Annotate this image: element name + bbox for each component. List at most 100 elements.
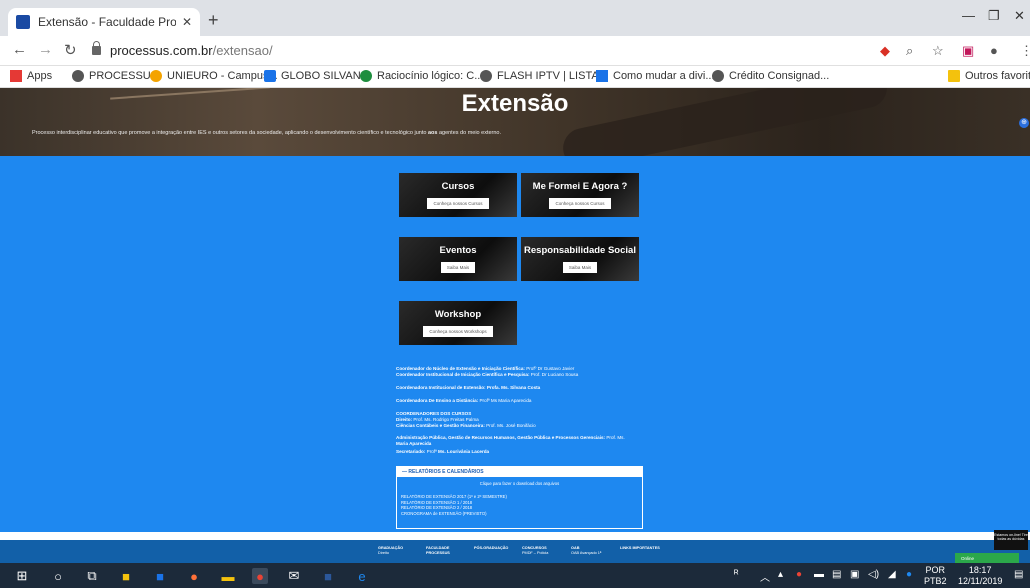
footer-column[interactable]: PÓS-GRADUAÇÃO (474, 546, 510, 551)
windows-start-icon[interactable]: ⊞ (14, 568, 30, 584)
card-button[interactable]: Conheça nossos Cursos (549, 198, 611, 209)
outlook-icon[interactable]: ■ (152, 568, 168, 584)
coordination-line: Coordenador Institucional de Iniciação C… (396, 372, 579, 377)
back-icon[interactable]: ← (12, 41, 27, 58)
chevron-up-icon[interactable]: ︿ (760, 569, 770, 584)
chrome-tray-icon[interactable]: ● (796, 569, 802, 580)
card-me-formei: Me Formei E Agora ? Conheça nossos Curso… (521, 173, 639, 217)
globe-icon (480, 70, 492, 82)
card-title: Me Formei E Agora ? (532, 181, 628, 192)
card-button[interactable]: Saiba Mais (440, 262, 476, 273)
menu-icon[interactable]: ⋮ (1020, 43, 1030, 59)
tray-icon[interactable]: ▣ (850, 569, 859, 580)
bookmark-como-mudar[interactable]: Como mudar a divi... (596, 70, 714, 82)
restore-icon[interactable]: ❐ (988, 8, 1000, 24)
accessibility-icon[interactable]: ⊕ (1019, 118, 1029, 128)
globe-icon (712, 70, 724, 82)
card-button[interactable]: Conheça nossos Workshops (423, 326, 493, 337)
coordination-line: Coordenadora De Ensino a Distância: Prof… (396, 398, 532, 403)
lock-icon (92, 41, 101, 55)
report-list: RELATÓRIO DE EXTENSÃO 2017 (1º e 2º SEME… (397, 486, 642, 516)
card-responsabilidade-social: Responsabilidade Social Saiba Mais (521, 237, 639, 281)
online-chat-badge[interactable]: Online (955, 553, 1019, 563)
card-eventos: Eventos Saiba Mais (399, 237, 517, 281)
word-icon[interactable]: ■ (320, 568, 336, 584)
bx-icon (596, 70, 608, 82)
bluetooth-icon[interactable]: ● (906, 569, 912, 580)
bookmark-star-icon[interactable]: ☆ (932, 43, 944, 59)
url-path: /extensao/ (212, 43, 273, 58)
minimize-icon[interactable]: — (962, 8, 975, 23)
course-coordinator: Secretariado: Profª Ms. Lourivânia Lacer… (396, 449, 490, 454)
forward-icon[interactable]: → (38, 41, 53, 58)
account-icon[interactable]: ● (990, 43, 998, 58)
file-explorer-icon[interactable]: ▬ (220, 568, 236, 584)
people-icon[interactable]: ᴿ (734, 569, 739, 580)
globo-icon (264, 70, 276, 82)
leaf-icon (360, 70, 372, 82)
bookmarks-bar: Apps PROCESSUS UNIEURO - Campus... GLOBO… (0, 66, 1030, 88)
card-button[interactable]: Conheça nossos Cursos (427, 198, 489, 209)
bookmark-globo-silvana[interactable]: GLOBO SILVANA (264, 70, 368, 82)
system-clock[interactable]: 18:17 12/11/2019 (958, 565, 1002, 587)
notifications-icon[interactable]: ▤ (1014, 569, 1023, 580)
search-icon[interactable]: ○ (50, 568, 66, 584)
tab-title: Extensão - Faculdade Processus | (38, 15, 176, 29)
mail-icon[interactable]: ✉ (286, 568, 302, 584)
reports-accordion: — RELATÓRIOS E CALENDÁRIOS Clique para f… (396, 466, 643, 529)
bookmark-flash-iptv[interactable]: FLASH IPTV | LISTA... (480, 70, 608, 82)
card-title: Eventos (439, 245, 477, 256)
bookmark-outros-favoritos[interactable]: Outros favoritos (948, 70, 1030, 82)
language-indicator[interactable]: POR PTB2 (924, 565, 947, 587)
footer-column[interactable]: GRADUAÇÃO Direito (378, 546, 414, 555)
footer-column[interactable]: LINKS IMPORTANTES (620, 546, 660, 551)
report-link[interactable]: CRONOGRAMA de EXTENSÃO (PREVISTO) (401, 511, 642, 517)
hero-banner: Extensão Processo interdisciplinar educa… (0, 88, 1030, 156)
network-icon[interactable]: ▴ (778, 569, 783, 580)
footer-column[interactable]: FACULDADE PROCESSUS (426, 546, 462, 555)
bookmark-processus[interactable]: PROCESSUS (72, 70, 158, 82)
course-coordinator: Ciências Contábeis e Gestão Financeira: … (396, 423, 536, 428)
blocked-icon[interactable]: ◆ (880, 43, 890, 59)
address-bar[interactable]: processus.com.br/extensao/ (110, 43, 273, 58)
card-workshop: Workshop Conheça nossos Workshops (399, 301, 517, 345)
cards-section: Cursos Conheça nossos Cursos Me Formei E… (0, 156, 1030, 350)
firefox-icon[interactable]: ● (186, 568, 202, 584)
wifi-icon[interactable]: ◢ (888, 569, 896, 580)
tray-icon[interactable]: ▬ (814, 569, 824, 580)
url-host: processus.com.br (110, 43, 213, 58)
volume-icon[interactable]: ◁) (868, 569, 879, 580)
card-button[interactable]: Saiba Mais (562, 262, 598, 273)
accordion-header[interactable]: — RELATÓRIOS E CALENDÁRIOS (397, 467, 642, 477)
hero-description: Processo interdisciplinar educativo que … (32, 130, 502, 136)
footer-column[interactable]: OAB OAB Avançado 1ª (571, 546, 611, 555)
course-coordinator: Administração Pública, Gestão de Recurso… (396, 435, 625, 446)
edge-icon[interactable]: e (354, 568, 370, 584)
store-icon[interactable]: ■ (118, 568, 134, 584)
zoom-icon[interactable]: ⌕ (906, 43, 913, 59)
card-cursos: Cursos Conheça nossos Cursos (399, 173, 517, 217)
footer-column[interactable]: CONCURSOS PMDF – Polícia (522, 546, 562, 555)
bookmark-credito[interactable]: Crédito Consignad... (712, 70, 829, 82)
tray-icon[interactable]: ▤ (832, 569, 841, 580)
extension-icon[interactable]: ▣ (962, 43, 974, 59)
divider (0, 532, 1030, 540)
close-window-icon[interactable]: ✕ (1014, 8, 1025, 24)
tab-strip: Extensão - Faculdade Processus | ✕ + — ❐… (0, 0, 1030, 36)
card-title: Responsabilidade Social (524, 245, 636, 256)
chrome-icon[interactable]: ● (252, 568, 268, 584)
task-view-icon[interactable]: ⧉ (84, 568, 100, 584)
address-toolbar: ← → ↻ processus.com.br/extensao/ ◆ ⌕ ☆ ▣… (0, 36, 1030, 66)
new-tab-button[interactable]: + (208, 10, 219, 31)
browser-tab[interactable]: Extensão - Faculdade Processus | ✕ (8, 8, 200, 36)
card-title: Workshop (434, 309, 482, 320)
bookmark-raciocinio[interactable]: Raciocínio lógico: C... (360, 70, 483, 82)
bookmark-unieuro[interactable]: UNIEURO - Campus... (150, 70, 278, 82)
coordination-line: Coordenadora Institucional de Extensão: … (396, 385, 541, 390)
bookmark-apps[interactable]: Apps (10, 70, 52, 82)
chat-popup[interactable]: Estamos on-line! Tire todas as dúvidas (994, 530, 1028, 550)
site-favicon-icon (16, 15, 30, 29)
globe-icon (72, 70, 84, 82)
tab-close-icon[interactable]: ✕ (182, 15, 192, 29)
reload-icon[interactable]: ↻ (64, 41, 77, 59)
